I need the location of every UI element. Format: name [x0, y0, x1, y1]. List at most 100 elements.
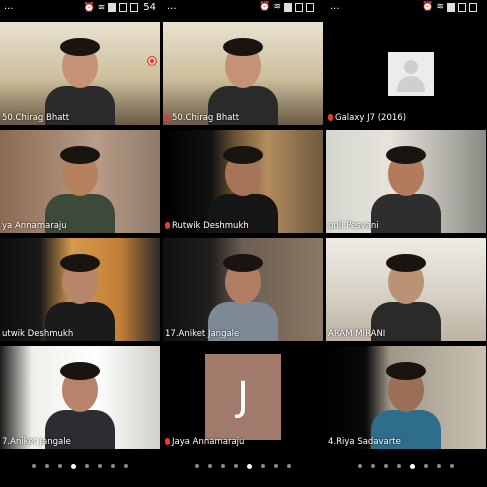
page-dot[interactable] — [384, 464, 388, 468]
page-dot[interactable] — [221, 464, 225, 468]
wifi-icon: ≋ — [273, 2, 281, 12]
status-bar: ... ⏰ ≋ — [163, 0, 323, 18]
participant-name-label: 7.Aniket Jangale — [2, 437, 71, 447]
page-dot[interactable] — [358, 464, 362, 468]
page-dot[interactable] — [124, 464, 128, 468]
mic-muted-icon — [165, 222, 170, 229]
page-dot[interactable] — [371, 464, 375, 468]
status-bar: ... ⏰ ≋ — [326, 0, 486, 18]
participant-name: utwik Deshmukh — [2, 329, 74, 339]
participant-name-label: 17.Aniket Jangale — [165, 329, 239, 339]
participant-video-tile[interactable]: Rutwik Deshmukh — [163, 130, 323, 233]
participant-name: Galaxy J7 (2016) — [335, 113, 407, 123]
participant-hair — [60, 254, 100, 272]
participant-hair — [60, 362, 100, 380]
page-dot[interactable] — [424, 464, 428, 468]
record-indicator-icon[interactable] — [147, 56, 157, 66]
sim-icon — [108, 3, 117, 12]
status-notification-dots: ... — [4, 1, 14, 12]
status-icons: ⏰ ≋ — [422, 2, 482, 12]
participant-video-tile[interactable]: 17.Aniket Jangale — [163, 238, 323, 341]
participant-name-label: ya Annamaraju — [2, 221, 67, 231]
status-icons: ⏰ ≋ 54 — [84, 2, 157, 13]
participant-hair — [60, 38, 100, 56]
participant-name: 4.Riya Sadavarte — [328, 437, 401, 447]
participant-initial-avatar: J — [205, 354, 281, 440]
participant-video-tile[interactable]: J Jaya Annamaraju — [163, 346, 323, 449]
alarm-icon: ⏰ — [83, 2, 95, 13]
participant-video-tile[interactable]: utwik Deshmukh — [0, 238, 160, 341]
page-indicator[interactable] — [163, 458, 323, 474]
mic-muted-icon — [165, 114, 170, 121]
wifi-icon: ≋ — [97, 2, 106, 13]
page-indicator[interactable] — [0, 458, 160, 474]
participant-name: unil Pesvani — [328, 221, 379, 231]
participant-name-label: Jaya Annamaraju — [165, 437, 244, 447]
participant-video-tile[interactable]: ya Annamaraju — [0, 130, 160, 233]
status-bar: ... ⏰ ≋ 54 — [0, 0, 160, 18]
page-dot[interactable] — [195, 464, 199, 468]
battery-level: 54 — [143, 2, 156, 13]
participant-video-tile[interactable]: unil Pesvani — [326, 130, 486, 233]
participant-hair — [386, 146, 426, 164]
status-notification-dots: ... — [330, 1, 340, 12]
participant-name: 7.Aniket Jangale — [2, 437, 71, 447]
participant-hair — [386, 254, 426, 272]
page-dot[interactable] — [111, 464, 115, 468]
page-dot[interactable] — [247, 463, 252, 469]
page-dot[interactable] — [437, 464, 441, 468]
participant-hair — [60, 146, 100, 164]
sim-icon — [284, 2, 292, 12]
participant-name-label: ARAM MIRANI — [328, 329, 385, 339]
signal-2-icon — [130, 3, 139, 12]
page-dot[interactable] — [98, 464, 102, 468]
participant-name: ya Annamaraju — [2, 221, 67, 231]
page-dot[interactable] — [410, 463, 415, 469]
mic-muted-icon — [328, 114, 333, 121]
participant-video-tile[interactable]: ARAM MIRANI — [326, 238, 486, 341]
page-dot[interactable] — [85, 464, 89, 468]
participant-name: 50.Chirag Bhatt — [2, 113, 70, 123]
page-indicator[interactable] — [326, 458, 486, 474]
default-avatar-icon — [388, 52, 434, 96]
participant-video-tile[interactable]: 4.Riya Sadavarte — [326, 346, 486, 449]
page-dot[interactable] — [58, 464, 62, 468]
page-dot[interactable] — [234, 464, 238, 468]
participant-hair — [223, 146, 263, 164]
signal-icon — [295, 2, 303, 12]
alarm-icon: ⏰ — [422, 2, 434, 12]
phone-screen-2: ... ⏰ ≋ 50.Chirag Bhatt Rutwik Deshmukh 17.An… — [163, 0, 323, 487]
participant-name-label: 4.Riya Sadavarte — [328, 437, 401, 447]
page-dot[interactable] — [32, 464, 36, 468]
participant-hair — [223, 254, 263, 272]
participant-hair — [223, 38, 263, 56]
signal-2-icon — [306, 2, 314, 12]
page-dot[interactable] — [274, 464, 278, 468]
status-icons: ⏰ ≋ — [259, 2, 319, 12]
participant-video-tile[interactable]: 7.Aniket Jangale — [0, 346, 160, 449]
participant-video-tile[interactable]: 50.Chirag Bhatt — [163, 22, 323, 125]
signal-icon — [119, 3, 128, 12]
signal-icon — [458, 2, 466, 12]
page-dot[interactable] — [450, 464, 454, 468]
mic-muted-icon — [165, 438, 170, 445]
participant-name-label: unil Pesvani — [328, 221, 379, 231]
participant-name: Jaya Annamaraju — [172, 437, 245, 447]
participant-body — [371, 194, 441, 233]
alarm-icon: ⏰ — [259, 2, 271, 12]
participant-name-label: Galaxy J7 (2016) — [328, 113, 406, 123]
sim-icon — [447, 2, 455, 12]
page-dot[interactable] — [208, 464, 212, 468]
page-dot[interactable] — [397, 464, 401, 468]
page-dot[interactable] — [45, 464, 49, 468]
phone-screen-1: ... ⏰ ≋ 54 50.Chirag Bhatt ya Annamaraju utwik… — [0, 0, 160, 487]
participant-name-label: Rutwik Deshmukh — [165, 221, 249, 231]
signal-2-icon — [469, 2, 477, 12]
participant-name: 17.Aniket Jangale — [165, 329, 240, 339]
page-dot[interactable] — [287, 464, 291, 468]
participant-video-tile[interactable]: Galaxy J7 (2016) — [326, 22, 486, 125]
page-dot[interactable] — [71, 463, 76, 469]
status-notification-dots: ... — [167, 1, 177, 12]
page-dot[interactable] — [261, 464, 265, 468]
participant-video-tile[interactable]: 50.Chirag Bhatt — [0, 22, 160, 125]
